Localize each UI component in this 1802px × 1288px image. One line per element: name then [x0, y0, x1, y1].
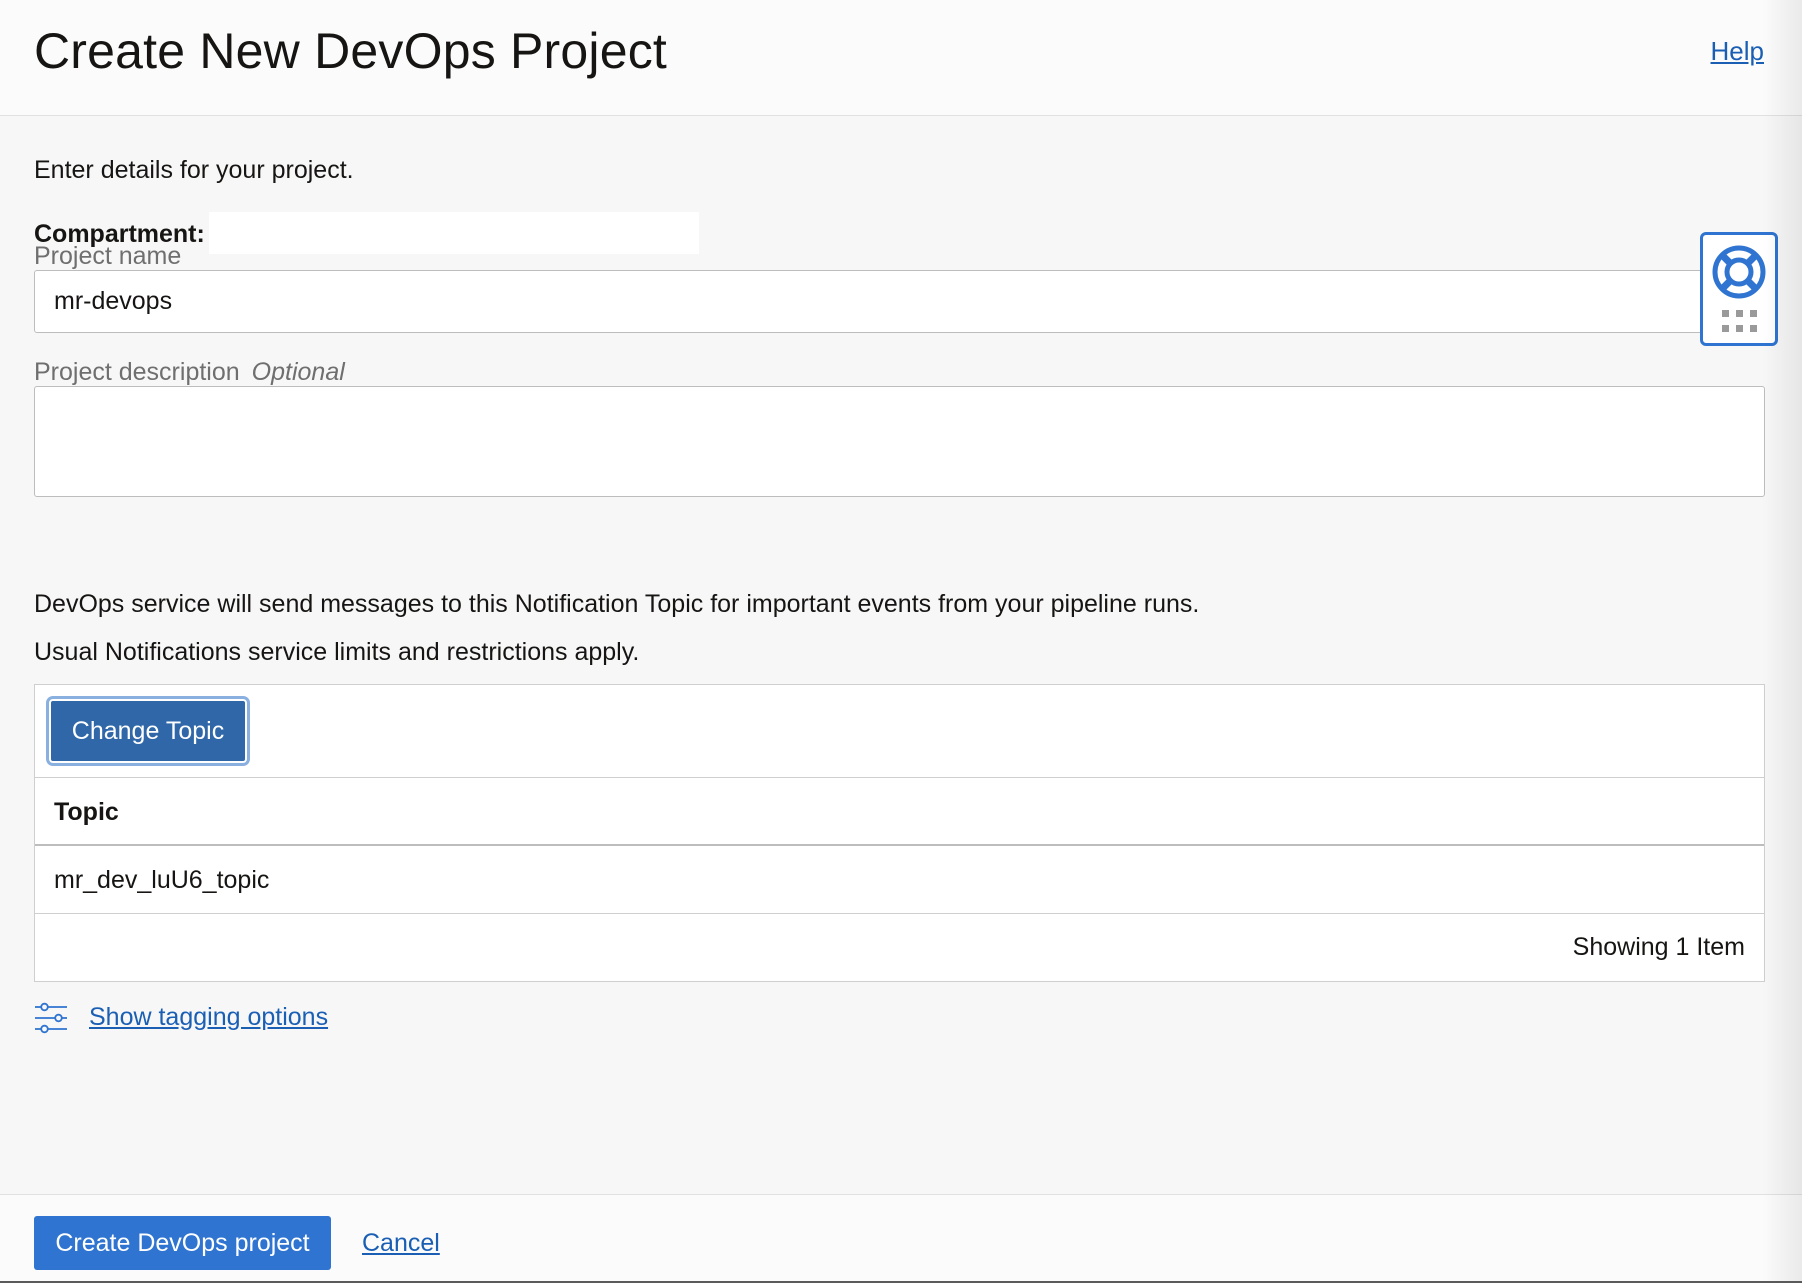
notification-notice-line2: Usual Notifications service limits and r… — [34, 638, 640, 666]
lifebuoy-icon — [1712, 245, 1766, 299]
table-header-row: Topic — [35, 778, 1764, 846]
change-topic-button[interactable]: Change Topic — [49, 699, 247, 763]
table-footer: Showing 1 Item — [35, 914, 1764, 981]
create-project-panel: Create New DevOps Project Help Enter det… — [0, 0, 1802, 1281]
create-devops-project-button[interactable]: Create DevOps project — [34, 1216, 331, 1270]
intro-text: Enter details for your project. — [34, 156, 354, 184]
project-description-label: Project description Optional — [34, 358, 345, 387]
help-widget[interactable] — [1700, 232, 1778, 346]
panel-header: Create New DevOps Project Help — [0, 0, 1802, 116]
topic-table: Change Topic Topic mr_dev_luU6_topic Sho… — [34, 684, 1765, 982]
table-row[interactable]: mr_dev_luU6_topic — [35, 846, 1764, 914]
sliders-icon — [35, 1002, 67, 1034]
drag-grip-icon[interactable] — [1722, 310, 1758, 334]
panel-edge-shadow — [1762, 0, 1802, 1281]
bottom-divider — [0, 1281, 1802, 1283]
table-toolbar: Change Topic — [35, 685, 1764, 778]
project-description-label-text: Project description — [34, 358, 240, 386]
topic-cell: mr_dev_luU6_topic — [54, 866, 270, 894]
project-name-input[interactable]: mr-devops — [34, 270, 1765, 333]
cancel-link[interactable]: Cancel — [362, 1229, 440, 1258]
help-link[interactable]: Help — [1711, 36, 1764, 67]
column-header-topic[interactable]: Topic — [54, 798, 119, 827]
panel-footer: Create DevOps project Cancel — [0, 1194, 1802, 1281]
project-name-label: Project name — [34, 242, 182, 270]
optional-label: Optional — [251, 358, 345, 386]
project-description-input[interactable] — [34, 386, 1765, 497]
compartment-value — [209, 212, 699, 254]
item-count: Showing 1 Item — [1572, 933, 1745, 961]
show-tagging-options-link[interactable]: Show tagging options — [89, 1003, 328, 1032]
notification-notice-line1: DevOps service will send messages to thi… — [34, 590, 1200, 618]
page-title: Create New DevOps Project — [34, 23, 668, 79]
